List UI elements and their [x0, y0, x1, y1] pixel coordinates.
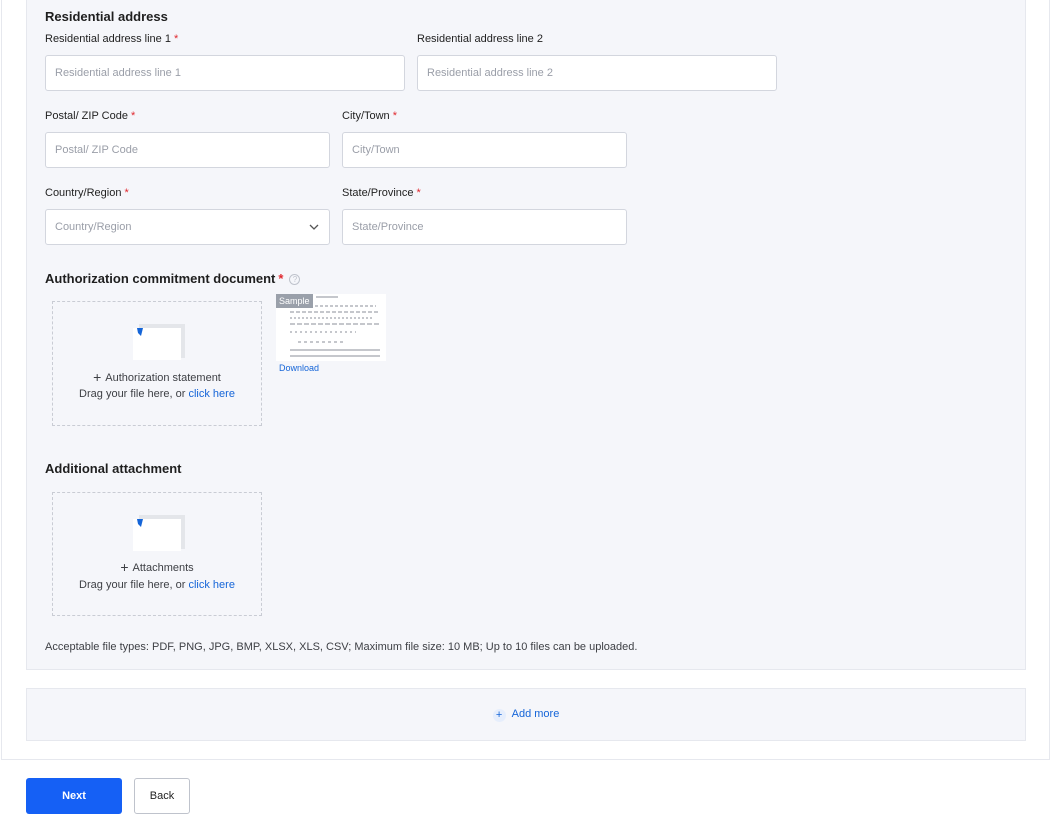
- attachments-add-label: + Attachments: [53, 559, 261, 575]
- country-label: Country/Region *: [45, 187, 129, 199]
- download-sample-link[interactable]: Download: [279, 363, 319, 373]
- country-label-text: Country/Region: [45, 187, 122, 199]
- sample-document-thumbnail[interactable]: Sample: [276, 294, 386, 361]
- plus-circle-icon: +: [492, 709, 506, 722]
- city-input[interactable]: [342, 132, 627, 168]
- country-select[interactable]: Country/Region: [45, 209, 330, 245]
- back-button[interactable]: Back: [134, 778, 190, 814]
- attachments-dropzone[interactable]: + Attachments Drag your file here, or cli…: [52, 492, 262, 616]
- authorization-add-label: + Authorization statement: [53, 369, 261, 385]
- plus-icon: +: [120, 559, 129, 575]
- residential-address-title: Residential address: [45, 9, 168, 24]
- required-asterisk: *: [416, 187, 421, 199]
- file-types-note: Acceptable file types: PDF, PNG, JPG, BM…: [45, 641, 638, 653]
- country-select-placeholder: Country/Region: [55, 221, 132, 233]
- folder-icon: [133, 324, 185, 360]
- address-line2-input[interactable]: [417, 55, 777, 91]
- address-line1-label-text: Residential address line 1: [45, 33, 171, 45]
- postal-code-input[interactable]: [45, 132, 330, 168]
- postal-code-label: Postal/ ZIP Code *: [45, 110, 135, 122]
- required-asterisk: *: [173, 33, 179, 45]
- next-button[interactable]: Next: [26, 778, 122, 814]
- chevron-down-icon: [309, 224, 319, 230]
- additional-attachment-title: Additional attachment: [45, 461, 182, 476]
- authorization-doc-title: Authorization commitment document *?: [45, 271, 301, 286]
- page: Residential address Residential address …: [0, 0, 1052, 832]
- add-more-label: Add more: [511, 708, 560, 720]
- address-line1-label: Residential address line 1 *: [45, 33, 178, 45]
- address-line2-label-text: Residential address line 2: [417, 33, 543, 45]
- attachments-add-text: Attachments: [132, 562, 194, 574]
- click-here-link[interactable]: click here: [188, 579, 234, 591]
- address-line1-input[interactable]: [45, 55, 405, 91]
- address-line2-label: Residential address line 2: [417, 33, 543, 45]
- state-input[interactable]: [342, 209, 627, 245]
- drag-text: Drag your file here, or: [79, 388, 189, 400]
- required-asterisk: *: [392, 110, 397, 122]
- add-more-bar[interactable]: + Add more: [26, 688, 1026, 741]
- add-more-button[interactable]: + Add more: [27, 708, 1025, 722]
- required-asterisk: *: [124, 187, 129, 199]
- drag-text: Drag your file here, or: [79, 579, 189, 591]
- state-label-text: State/Province: [342, 187, 414, 199]
- help-icon[interactable]: ?: [289, 274, 301, 285]
- sample-tag: Sample: [276, 294, 313, 308]
- authorization-drag-text: Drag your file here, or click here: [53, 388, 261, 400]
- required-asterisk: *: [278, 271, 284, 286]
- city-label-text: City/Town: [342, 110, 390, 122]
- postal-code-label-text: Postal/ ZIP Code: [45, 110, 128, 122]
- authorization-dropzone[interactable]: + Authorization statement Drag your file …: [52, 301, 262, 426]
- authorization-doc-title-text: Authorization commitment document: [45, 271, 276, 286]
- required-asterisk: *: [130, 110, 136, 122]
- authorization-add-text: Authorization statement: [105, 372, 221, 384]
- folder-icon: [133, 515, 185, 551]
- attachments-drag-text: Drag your file here, or click here: [53, 579, 261, 591]
- city-label: City/Town *: [342, 110, 397, 122]
- click-here-link[interactable]: click here: [188, 388, 234, 400]
- plus-icon: +: [93, 369, 102, 385]
- state-label: State/Province *: [342, 187, 421, 199]
